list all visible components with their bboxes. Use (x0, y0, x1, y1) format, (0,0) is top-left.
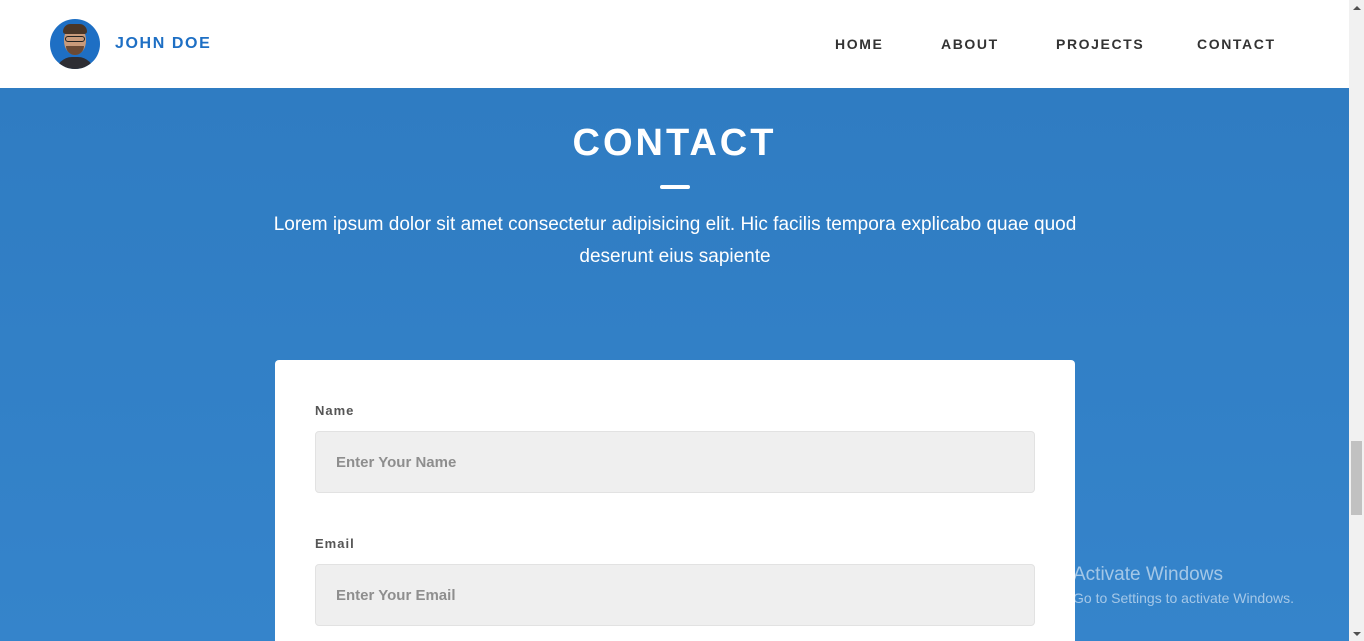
email-input[interactable] (315, 564, 1035, 626)
brand-link[interactable]: JOHN DOE (50, 19, 211, 69)
name-input[interactable] (315, 431, 1035, 493)
avatar (50, 19, 100, 69)
name-label: Name (315, 403, 355, 418)
watermark-subtitle: Go to Settings to activate Windows. (1073, 590, 1294, 606)
scroll-up-arrow-icon[interactable] (1349, 0, 1364, 15)
email-label: Email (315, 536, 355, 551)
nav-contact[interactable]: CONTACT (1197, 36, 1276, 52)
section-description: Lorem ipsum dolor sit amet consectetur a… (273, 214, 1077, 267)
vertical-scrollbar[interactable] (1349, 0, 1364, 641)
brand-name: JOHN DOE (115, 35, 212, 52)
nav-projects[interactable]: PROJECTS (1056, 36, 1144, 52)
contact-section: CONTACT Lorem ipsum dolor sit amet conse… (0, 88, 1349, 641)
section-title: CONTACT (572, 122, 777, 164)
watermark-title: Activate Windows (1073, 564, 1223, 585)
page: JOHN DOE HOME ABOUT PROJECTS CONTACT CON… (0, 0, 1364, 641)
contact-form: Name Email (275, 360, 1075, 641)
site-header: JOHN DOE HOME ABOUT PROJECTS CONTACT (0, 0, 1349, 88)
windows-activation-watermark: Activate Windows Go to Settings to activ… (1073, 564, 1294, 606)
scroll-thumb[interactable] (1351, 441, 1362, 515)
title-divider (660, 185, 690, 189)
nav-home[interactable]: HOME (835, 36, 883, 52)
scroll-down-arrow-icon[interactable] (1349, 626, 1364, 641)
nav-about[interactable]: ABOUT (941, 36, 999, 52)
